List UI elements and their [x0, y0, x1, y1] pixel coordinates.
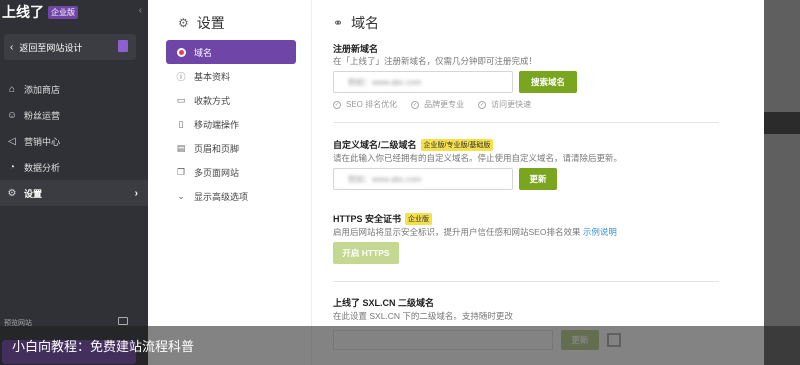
- plan-tag: 企业版/专业版/基础版: [420, 138, 494, 151]
- custom-domain-title: 自定义域名/二级域名 企业版/专业版/基础版: [333, 138, 494, 151]
- pages-icon: ❐: [176, 166, 186, 177]
- register-domain-input[interactable]: 例如：www.abc.com: [333, 71, 513, 93]
- https-desc: 启用后网站将显示安全标识，提升用户信任感和网站SEO排名效果 示例说明: [333, 227, 617, 237]
- gear-icon: ⚙: [7, 187, 17, 199]
- custom-domain-input[interactable]: 例如：www.abc.com: [333, 168, 513, 190]
- menu-item-label: 收款方式: [194, 95, 231, 106]
- menu-item-label: 移动端操作: [194, 119, 240, 130]
- sidebar-nav: ⌂ 添加商店 ☺ 粉丝运营 ◁ 营销中心 ◔ 数据分析 ⚙ 设置 ›: [0, 76, 148, 206]
- brand-badge: 企业版: [48, 5, 78, 19]
- chevron-right-icon: ›: [134, 187, 138, 199]
- chevron-left-icon: ‹: [10, 41, 14, 53]
- sidebar-item-label: 添加商店: [24, 84, 61, 95]
- page-icon: [118, 40, 128, 52]
- menu-item-label: 页眉和页脚: [194, 143, 240, 154]
- chevron-down-icon: ⌄: [177, 190, 185, 201]
- info-icon: ⓘ: [176, 71, 186, 82]
- divider: [333, 122, 719, 123]
- background-strip: [764, 112, 800, 134]
- menu-item-label: 多页面网站: [194, 167, 240, 178]
- register-title: 注册新域名: [333, 44, 379, 54]
- background-overlay: [764, 0, 800, 365]
- menu-item-payment[interactable]: ▭ 收款方式: [166, 88, 296, 112]
- feature-item: ✓ 访问更快速: [478, 100, 532, 109]
- sxl-desc: 在此设置 SXL.CN 下的二级域名。支持随时更改: [333, 311, 513, 321]
- sidebar-item-label: 营销中心: [24, 136, 61, 147]
- sxl-title: 上线了 SXL.CN 二级域名: [333, 298, 435, 308]
- check-icon: ✓: [478, 100, 487, 109]
- domain-title: ⚭ 域名: [333, 13, 379, 33]
- sidebar-item-fans[interactable]: ☺ 粉丝运营: [0, 102, 148, 128]
- domain-icon: [176, 47, 186, 57]
- register-features: ✓ SEO 排名优化 ✓ 品牌更专业 ✓ 访问更快速: [333, 99, 545, 110]
- settings-menu-column: ⚙ 设置 域名 ⓘ 基本资料 ▭ 收款方式 ▯ 移动端操作 ▤ 页眉和页脚 ❐ …: [148, 0, 312, 365]
- brand-name: 上线了: [2, 4, 44, 20]
- store-icon: ⌂: [8, 83, 16, 95]
- sidebar-item-label: 粉丝运营: [24, 110, 61, 121]
- settings-panel: ⚙ 设置 域名 ⓘ 基本资料 ▭ 收款方式 ▯ 移动端操作 ▤ 页眉和页脚 ❐ …: [148, 0, 764, 365]
- monitor-icon: [118, 317, 128, 325]
- register-placeholder: 例如：www.abc.com: [348, 77, 422, 87]
- search-domain-button[interactable]: 搜索域名: [519, 71, 577, 93]
- sidebar-item-marketing[interactable]: ◁ 营销中心: [0, 128, 148, 154]
- fans-icon: ☺: [6, 109, 18, 121]
- feature-item: ✓ SEO 排名优化: [333, 100, 398, 109]
- mobile-icon: ▯: [178, 118, 184, 129]
- gear-icon: ⚙: [178, 16, 189, 30]
- link-icon: ⚭: [333, 16, 344, 30]
- back-button-label: 返回至网站设计: [19, 42, 83, 53]
- megaphone-icon: ◁: [8, 135, 16, 147]
- custom-placeholder: 例如：www.abc.com: [348, 174, 422, 184]
- menu-item-advanced[interactable]: ⌄ 显示高级选项: [166, 184, 296, 208]
- menu-item-label: 基本资料: [194, 71, 231, 82]
- enable-https-button[interactable]: 开启 HTTPS: [333, 242, 399, 264]
- collapse-icon[interactable]: ‹: [139, 5, 142, 16]
- back-to-design-button[interactable]: ‹ 返回至网站设计: [4, 34, 136, 60]
- settings-menu: 域名 ⓘ 基本资料 ▭ 收款方式 ▯ 移动端操作 ▤ 页眉和页脚 ❐ 多页面网站: [166, 40, 296, 208]
- update-domain-button[interactable]: 更新: [519, 168, 557, 190]
- left-sidebar: 上线了 企业版 ‹ ‹ 返回至网站设计 ⌂ 添加商店 ☺ 粉丝运营 ◁ 营销中心…: [0, 0, 148, 365]
- sidebar-item-label: 设置: [24, 188, 43, 199]
- menu-item-label: 域名: [194, 47, 213, 58]
- check-icon: ✓: [411, 100, 420, 109]
- domain-title-text: 域名: [351, 15, 380, 31]
- menu-item-label: 显示高级选项: [194, 191, 249, 202]
- custom-domain-desc: 请在此输入你已经拥有的自定义域名。停止使用自定义域名，请清除后更新。: [333, 153, 623, 163]
- pie-chart-icon: ◔: [8, 161, 16, 173]
- caption-overlay: 小白向教程：免费建站流程科普: [0, 326, 800, 365]
- menu-item-multipage[interactable]: ❐ 多页面网站: [166, 160, 296, 184]
- check-icon: ✓: [333, 100, 341, 109]
- sidebar-item-store[interactable]: ⌂ 添加商店: [0, 76, 148, 102]
- layout-icon: ▤: [176, 142, 186, 153]
- wallet-icon: ▭: [176, 94, 186, 105]
- sidebar-item-settings[interactable]: ⚙ 设置 ›: [0, 180, 148, 206]
- divider: [333, 281, 719, 282]
- settings-title-text: 设置: [196, 15, 225, 31]
- sidebar-item-label: 数据分析: [24, 162, 61, 173]
- example-link[interactable]: 示例说明: [583, 227, 617, 237]
- plan-tag: 企业版: [405, 212, 433, 225]
- sidebar-item-analytics[interactable]: ◔ 数据分析: [0, 154, 148, 180]
- register-desc: 在「上线了」注册新域名，仅需几分钟即可注册完成！: [333, 56, 538, 66]
- menu-item-domain[interactable]: 域名: [166, 40, 296, 64]
- settings-title: ⚙ 设置: [178, 13, 225, 33]
- brand[interactable]: 上线了 企业版: [0, 2, 78, 22]
- menu-item-header-footer[interactable]: ▤ 页眉和页脚: [166, 136, 296, 160]
- menu-item-basic-info[interactable]: ⓘ 基本资料: [166, 64, 296, 88]
- feature-item: ✓ 品牌更专业: [411, 100, 465, 109]
- https-title: HTTPS 安全证书 企业版: [333, 212, 433, 225]
- menu-item-mobile[interactable]: ▯ 移动端操作: [166, 112, 296, 136]
